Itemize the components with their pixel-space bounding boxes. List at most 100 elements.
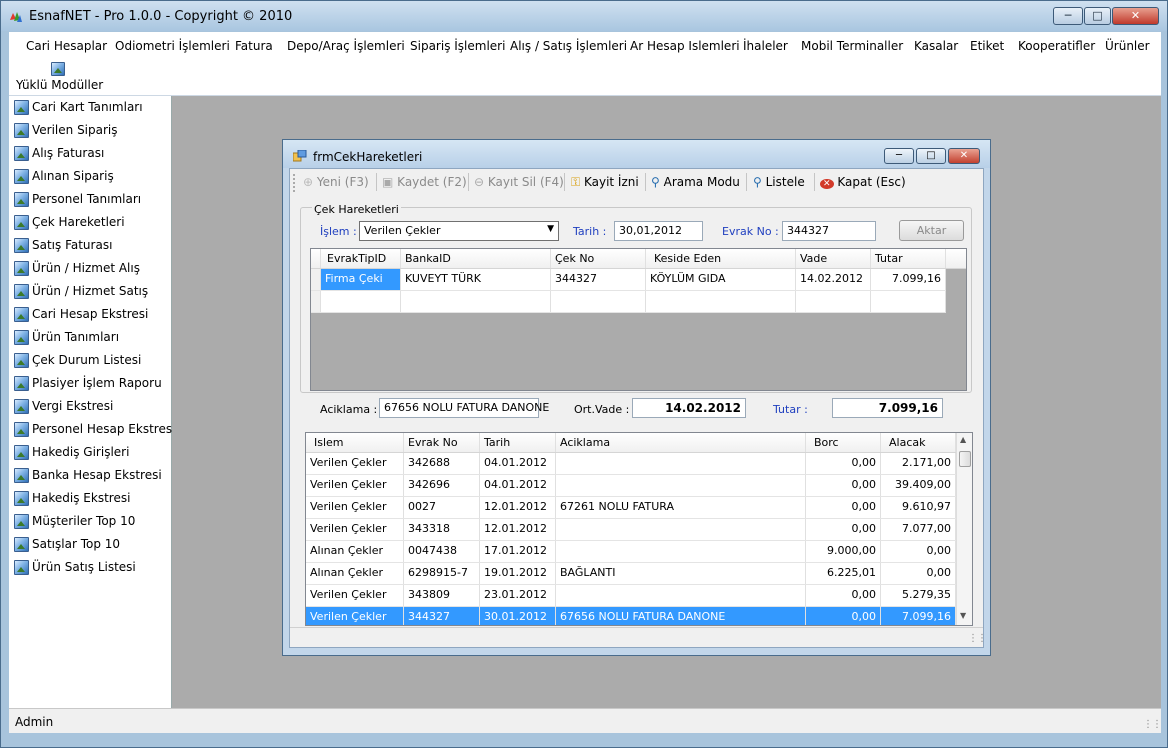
table-cell[interactable]: Verilen Çekler [306,519,404,540]
table-cell[interactable] [556,541,806,562]
sidebar-item[interactable]: Müşteriler Top 10 [13,511,171,534]
table-row[interactable]: Alınan Çekler 6298915-7 19.01.2012 BAĞLANTI… [306,563,956,585]
evrak-no-field[interactable]: 344327 [782,221,876,241]
table-cell[interactable]: 0,00 [806,607,881,625]
table-cell[interactable]: 0,00 [806,519,881,540]
menu-fatura[interactable]: Fatura [235,39,273,53]
table-cell[interactable]: 0027 [404,497,480,518]
table-cell[interactable]: 342696 [404,475,480,496]
col-header[interactable]: Çek No [551,249,646,268]
table-cell[interactable] [556,475,806,496]
col-header[interactable]: EvrakTipID [321,249,401,268]
scroll-up-icon[interactable]: ▲ [960,435,966,444]
aciklama-field[interactable]: 67656 NOLU FATURA DANONE [379,398,549,418]
sidebar-item[interactable]: Banka Hesap Ekstresi [13,465,171,488]
menu-odiometri[interactable]: Odiometri İşlemleri [115,39,230,53]
table-cell[interactable]: Verilen Çekler [306,585,404,606]
table-cell[interactable]: 12.01.2012 [480,519,556,540]
table-cell[interactable]: 67261 NOLU FATURA [556,497,806,518]
table-cell[interactable] [556,585,806,606]
table-cell[interactable]: BAĞLANTI [556,563,806,584]
table-cell[interactable]: 0,00 [806,585,881,606]
table-cell[interactable]: 5.279,35 [881,585,956,606]
table-cell[interactable]: 6298915-7 [404,563,480,584]
sidebar-item[interactable]: Alınan Sipariş [13,166,171,189]
close-button[interactable]: ✕ [1112,7,1159,25]
menu-siparis[interactable]: Sipariş İşlemleri [410,39,505,53]
save-button[interactable]: ▣ Kaydet (F2) [382,175,467,189]
table-cell[interactable]: 343809 [404,585,480,606]
table-cell[interactable] [556,519,806,540]
sidebar-item[interactable]: Hakediş Ekstresi [13,488,171,511]
vertical-scrollbar[interactable]: ▲ ▼ [956,433,972,625]
sidebar-item[interactable]: Satış Faturası [13,235,171,258]
sidebar-item[interactable]: Hakediş Girişleri [13,442,171,465]
sidebar-item[interactable]: Ürün / Hizmet Alış [13,258,171,281]
table-row[interactable]: Verilen Çekler 0027 12.01.2012 67261 NOLU F… [306,497,956,519]
child-close-button[interactable]: ✕ [948,148,980,164]
table-row[interactable]: Verilen Çekler 344327 30.01.2012 67656 NOLU… [306,607,956,625]
detail-grid[interactable]: EvrakTipID BankaID Çek No Keside Eden Va… [310,248,967,391]
table-cell[interactable]: 12.01.2012 [480,497,556,518]
aktar-button[interactable]: Aktar [899,220,964,241]
scroll-thumb[interactable] [959,451,971,467]
tarih-field[interactable]: 30,01,2012 [614,221,703,241]
new-row[interactable] [311,291,946,313]
sidebar-item[interactable]: Cari Hesap Ekstresi [13,304,171,327]
close-form-button[interactable]: ✕ Kapat (Esc) [820,175,906,189]
table-row[interactable]: Verilen Çekler 343318 12.01.2012 0,00 7.077,… [306,519,956,541]
col-header[interactable]: Alacak [881,433,956,452]
table-cell[interactable]: 344327 [404,607,480,625]
table-cell[interactable]: Alınan Çekler [306,563,404,584]
islem-combo[interactable]: Verilen Çekler ▼ [359,221,559,241]
col-header[interactable]: Vade [796,249,871,268]
table-cell[interactable]: 0,00 [806,497,881,518]
table-cell[interactable]: 7.077,00 [881,519,956,540]
modules-label[interactable]: Yüklü Modüller [16,78,103,92]
table-cell[interactable]: 343318 [404,519,480,540]
child-maximize-button[interactable]: □ [916,148,946,164]
table-cell[interactable]: 0,00 [806,453,881,474]
col-header[interactable]: Evrak No [404,433,480,452]
col-header[interactable]: Keside Eden [646,249,796,268]
table-cell[interactable]: Verilen Çekler [306,607,404,625]
menu-cari-hesaplar[interactable]: Cari Hesaplar [26,39,107,53]
child-minimize-button[interactable]: ─ [884,148,914,164]
table-cell[interactable]: 04.01.2012 [480,453,556,474]
table-cell[interactable]: 39.409,00 [881,475,956,496]
table-cell[interactable]: Verilen Çekler [306,453,404,474]
scroll-down-icon[interactable]: ▼ [960,611,966,620]
sidebar-item[interactable]: Verilen Sipariş [13,120,171,143]
permit-button[interactable]: ⚿ Kayit İzni [571,175,639,190]
modules-picture-icon[interactable] [51,62,65,76]
menu-alis-satis[interactable]: Alış / Satış İşlemleri [510,39,627,53]
sidebar-item[interactable]: Çek Hareketleri [13,212,171,235]
table-row[interactable]: Alınan Çekler 0047438 17.01.2012 9.000,00 0,… [306,541,956,563]
table-cell[interactable]: 2.171,00 [881,453,956,474]
resize-grip-icon[interactable]: ⋮⋮ [968,633,987,644]
table-cell[interactable]: Verilen Çekler [306,475,404,496]
sidebar-item[interactable]: Ürün Tanımları [13,327,171,350]
table-cell[interactable]: 9.000,00 [806,541,881,562]
table-cell[interactable]: 0,00 [881,563,956,584]
ort-vade-field[interactable]: 14.02.2012 [632,398,746,418]
sidebar-item[interactable]: Personel Hesap Ekstresi [13,419,175,442]
sidebar-item[interactable]: Cari Kart Tanımları [13,97,171,120]
table-row[interactable]: Verilen Çekler 343809 23.01.2012 0,00 5.279,… [306,585,956,607]
delete-button[interactable]: ⊖ Kayıt Sil (F4) [474,175,564,189]
table-cell[interactable]: 19.01.2012 [480,563,556,584]
menu-depo-arac[interactable]: Depo/Araç İşlemleri [287,39,405,53]
table-cell[interactable]: 23.01.2012 [480,585,556,606]
resize-grip-icon[interactable]: ⋮⋮ [1143,719,1162,730]
table-cell[interactable] [556,453,806,474]
table-cell[interactable]: 6.225,01 [806,563,881,584]
list-button[interactable]: ⚲ Listele [753,175,805,189]
col-header[interactable]: Borc [806,433,881,452]
menu-ar-hesap[interactable]: Ar Hesap Islemleri [630,39,740,53]
sidebar-item[interactable]: Plasiyer İşlem Raporu [13,373,171,396]
table-cell[interactable]: 30.01.2012 [480,607,556,625]
minimize-button[interactable]: ─ [1053,7,1083,25]
menu-mobil-terminaller[interactable]: Mobil Terminaller [801,39,903,53]
sidebar-item[interactable]: Alış Faturası [13,143,171,166]
menu-kooperatifler[interactable]: Kooperatifler [1018,39,1095,53]
